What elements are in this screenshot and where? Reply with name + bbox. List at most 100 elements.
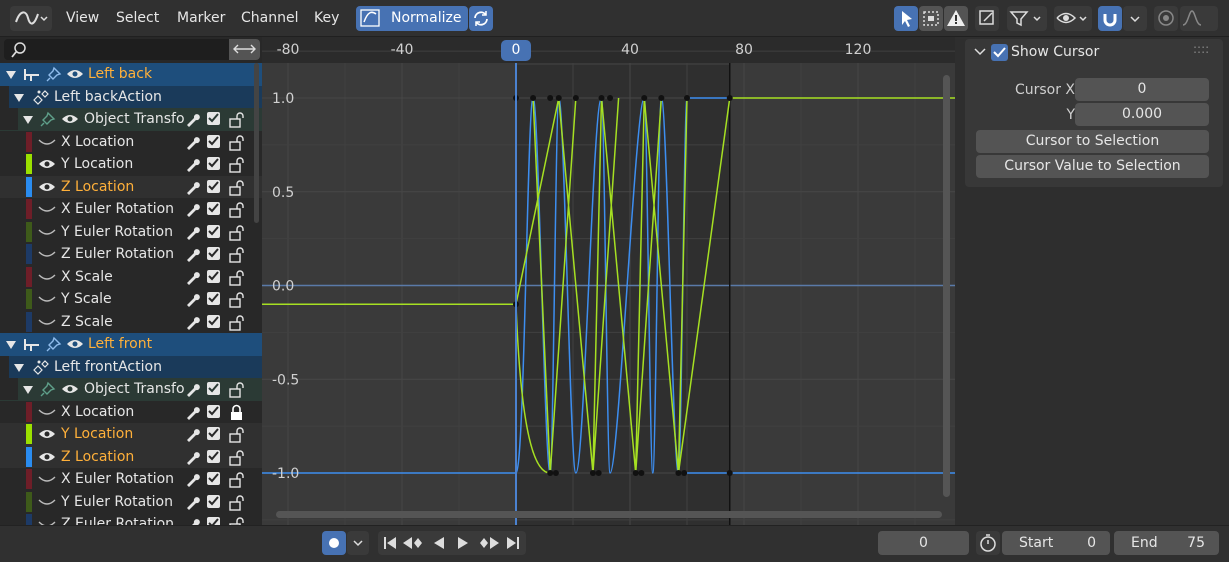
current-frame-field[interactable]: 0 [878, 531, 969, 555]
snap-toggle[interactable] [1098, 6, 1122, 31]
menu-channel[interactable]: Channel [241, 10, 298, 26]
unlock-icon[interactable] [228, 134, 248, 151]
pin-icon[interactable] [39, 381, 57, 398]
checkbox-checked-icon[interactable] [206, 269, 222, 285]
eye-closed-icon[interactable] [37, 495, 57, 510]
keyframe-point[interactable] [607, 95, 614, 101]
channel-row-channel[interactable]: X Scale [0, 265, 262, 288]
checkbox-checked-icon[interactable] [206, 314, 222, 330]
vertical-scrollbar[interactable] [943, 75, 950, 497]
eye-icon[interactable] [37, 180, 57, 195]
channel-row-channel[interactable]: Z Scale [0, 310, 262, 333]
keyframe-point[interactable] [595, 470, 602, 476]
wrench-icon[interactable] [183, 426, 201, 443]
wrench-icon[interactable] [183, 471, 201, 488]
lock-icon[interactable] [228, 404, 248, 421]
cursor-x-field[interactable]: 0 [1075, 78, 1209, 101]
unlock-icon[interactable] [228, 471, 248, 488]
jump-start-icon[interactable] [384, 537, 396, 549]
keyframe-point[interactable] [726, 95, 733, 101]
unlock-icon[interactable] [228, 291, 248, 308]
keyframe-point[interactable] [641, 95, 648, 101]
warning-button[interactable] [944, 6, 968, 31]
keyframe-point[interactable] [638, 470, 645, 476]
eye-closed-icon[interactable] [37, 405, 57, 420]
channel-row-channel[interactable]: Y Location [0, 153, 262, 176]
channel-row-group[interactable]: Object Transfor [0, 108, 262, 131]
eye-closed-icon[interactable] [37, 292, 57, 307]
menu-select[interactable]: Select [116, 10, 159, 26]
pin-icon[interactable] [39, 111, 57, 128]
keyframe-point[interactable] [589, 470, 596, 476]
eye-closed-icon[interactable] [37, 315, 57, 330]
unlock-icon[interactable] [228, 179, 248, 196]
wrench-icon[interactable] [183, 156, 201, 173]
eye-icon[interactable] [65, 67, 85, 82]
unlock-icon[interactable] [228, 494, 248, 511]
channel-row-channel[interactable]: X Euler Rotation [0, 468, 262, 491]
preview-range-button[interactable] [976, 531, 1000, 555]
graph-area[interactable]: -80 -40 40 80 120 1.0 0.5 0.0 -0.5 -1.0 0 [262, 37, 955, 525]
eye-closed-icon[interactable] [37, 202, 57, 217]
eye-closed-icon[interactable] [37, 472, 57, 487]
wrench-icon[interactable] [183, 111, 201, 128]
keyframe-point[interactable] [572, 95, 579, 101]
prev-keyframe-icon[interactable] [403, 537, 422, 549]
auto-keying-button[interactable] [322, 531, 346, 555]
editor-type-button[interactable] [10, 6, 52, 31]
show-cursor-checkbox[interactable] [991, 44, 1008, 61]
cursor-to-selection-button[interactable]: Cursor to Selection [976, 130, 1209, 153]
select-tool-button[interactable] [894, 6, 918, 31]
normalize-toggle[interactable]: Normalize [356, 6, 468, 31]
keyframe-point[interactable] [681, 470, 688, 476]
checkbox-checked-icon[interactable] [206, 111, 222, 127]
cursor-y-field[interactable]: 0.000 [1075, 103, 1209, 126]
wrench-icon[interactable] [183, 494, 201, 511]
wrench-icon[interactable] [183, 179, 201, 196]
play-icon[interactable] [458, 537, 468, 549]
checkbox-checked-icon[interactable] [206, 381, 222, 397]
checkbox-checked-icon[interactable] [206, 404, 222, 420]
keyframe-point[interactable] [658, 95, 665, 101]
wrench-icon[interactable] [183, 291, 201, 308]
channel-row-group[interactable]: Object Transfor [0, 378, 262, 401]
pin-icon[interactable] [45, 66, 63, 83]
disclosure-triangle-icon[interactable] [4, 338, 18, 352]
checkbox-checked-icon[interactable] [206, 179, 222, 195]
auto-normalize-button[interactable] [469, 6, 493, 31]
disclosure-triangle-icon[interactable] [12, 361, 26, 375]
disclosure-triangle-icon[interactable] [21, 113, 35, 127]
checkbox-checked-icon[interactable] [206, 426, 222, 442]
disclosure-triangle-icon[interactable] [21, 383, 35, 397]
wrench-icon[interactable] [183, 516, 201, 525]
wrench-icon[interactable] [183, 404, 201, 421]
eye-closed-icon[interactable] [37, 225, 57, 240]
channel-row-action[interactable]: Left frontAction [0, 355, 262, 378]
disclosure-triangle-icon[interactable] [4, 68, 18, 82]
checkbox-checked-icon[interactable] [206, 516, 222, 525]
keying-dropdown[interactable] [347, 531, 369, 555]
unlock-icon[interactable] [228, 156, 248, 173]
wrench-icon[interactable] [183, 449, 201, 466]
pivot-point-button[interactable] [975, 6, 999, 31]
keyframe-point[interactable] [684, 95, 690, 101]
chevron-down-icon[interactable] [973, 45, 987, 59]
channel-row-channel[interactable]: Z Location [0, 175, 262, 198]
graph-canvas[interactable]: -80 -40 40 80 120 1.0 0.5 0.0 -0.5 -1.0 [262, 37, 955, 525]
eye-icon[interactable] [37, 450, 57, 465]
next-keyframe-icon[interactable] [480, 537, 499, 549]
channel-row-channel[interactable]: Y Location [0, 423, 262, 446]
keyframe-point[interactable] [598, 95, 605, 101]
jump-end-icon[interactable] [507, 537, 519, 549]
unlock-icon[interactable] [228, 314, 248, 331]
start-frame-field[interactable]: Start 0 [1002, 531, 1110, 555]
unlock-icon[interactable] [228, 516, 248, 525]
keyframe-point[interactable] [555, 95, 562, 101]
keyframe-point[interactable] [632, 470, 639, 476]
wrench-icon[interactable] [183, 134, 201, 151]
wrench-icon[interactable] [183, 246, 201, 263]
falloff-dropdown[interactable] [1180, 6, 1218, 31]
channel-row-channel[interactable]: X Location [0, 400, 262, 423]
unlock-icon[interactable] [228, 381, 248, 398]
unlock-icon[interactable] [228, 246, 248, 263]
